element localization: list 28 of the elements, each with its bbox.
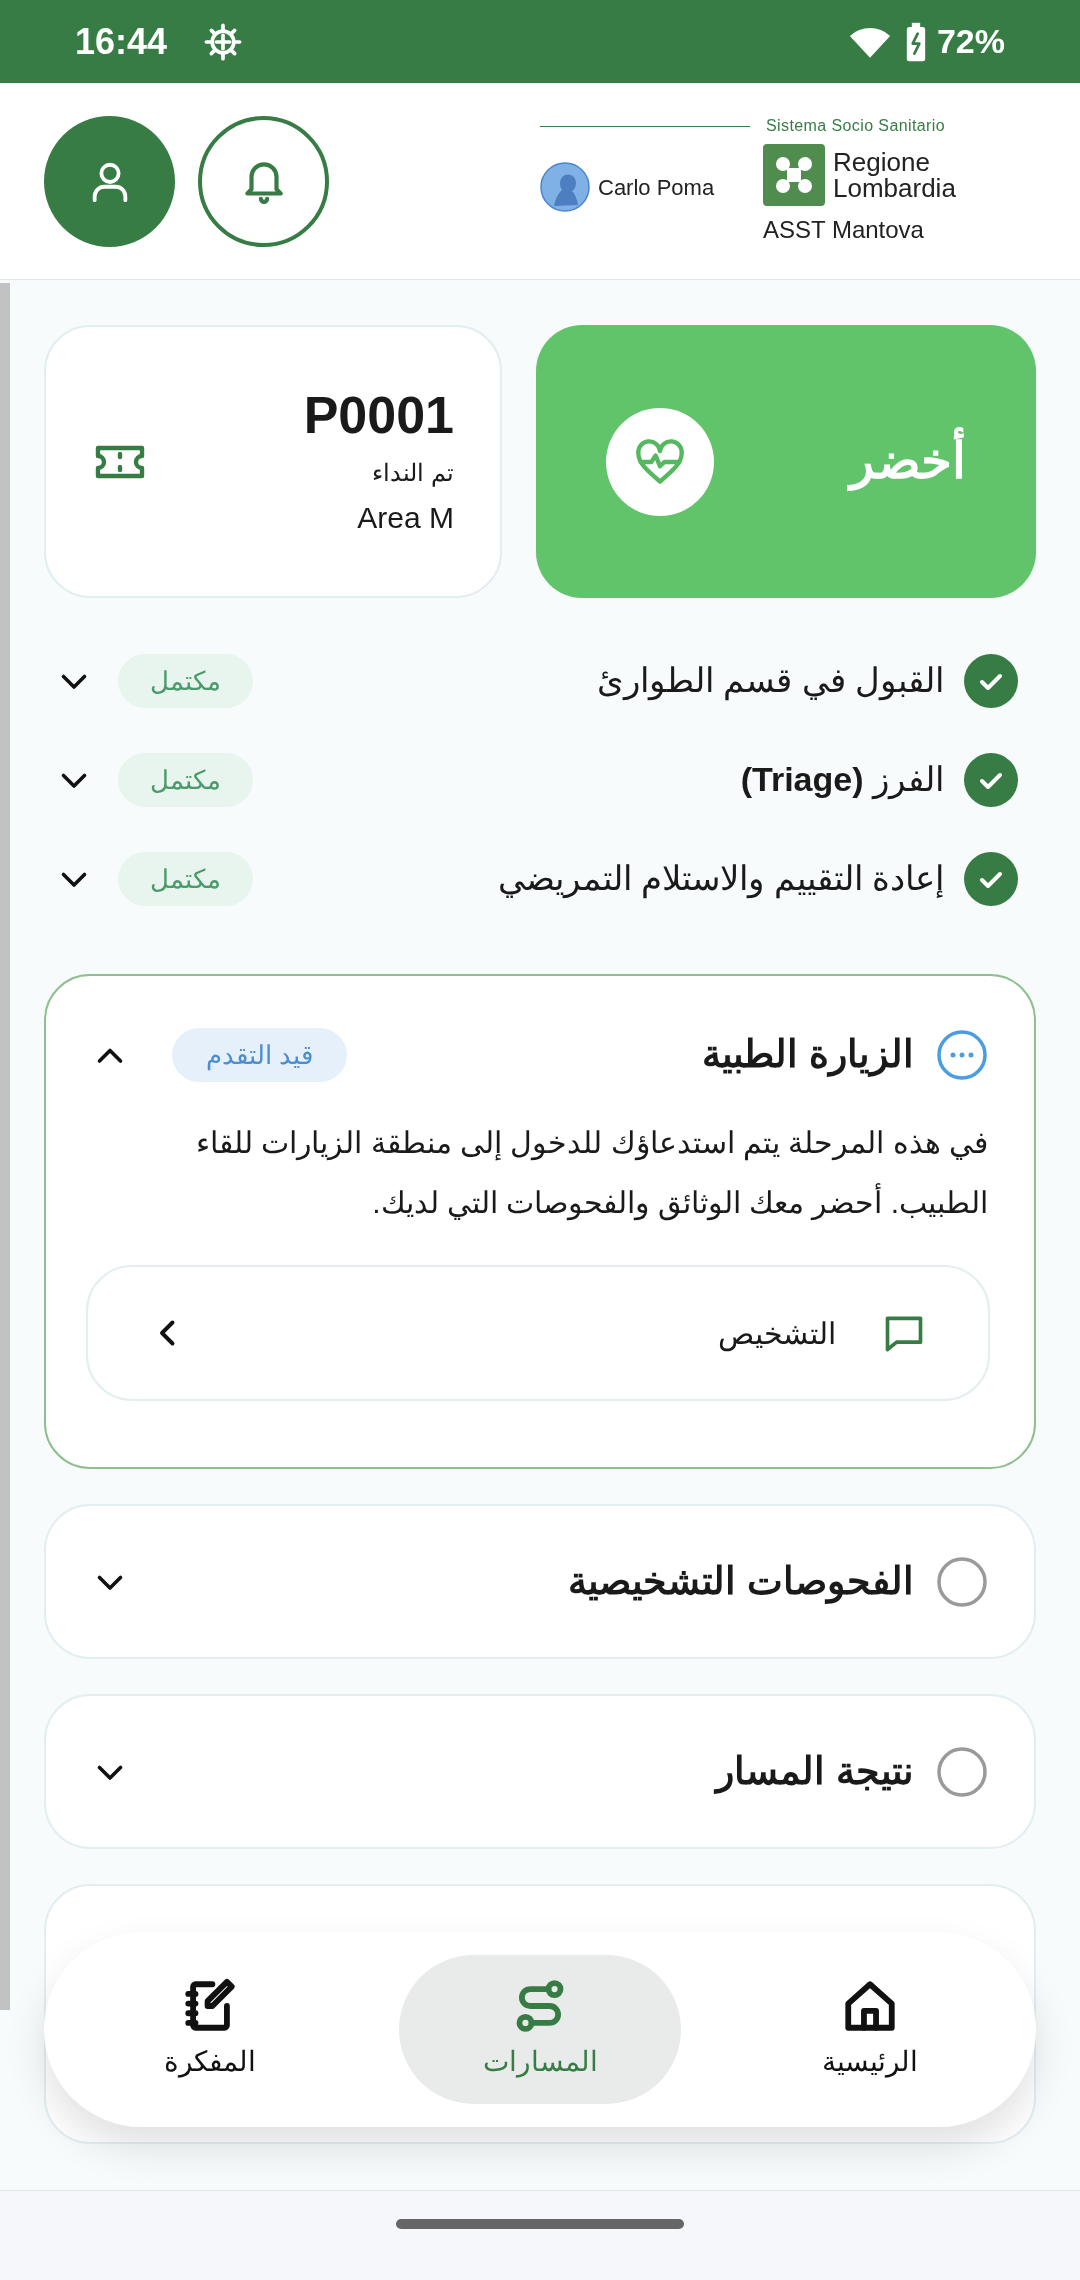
diagnosis-link[interactable]: التشخيص	[86, 1265, 990, 1401]
nav-tab[interactable]: المفكرة	[69, 1955, 351, 2104]
battery-icon	[904, 21, 927, 62]
logo-tagline: Sistema Socio Sanitario	[766, 116, 946, 136]
hospital-name: Carlo Poma	[598, 173, 715, 202]
ticket-number: P0001	[303, 385, 454, 446]
status-badge: قيد التقدم	[172, 1027, 348, 1082]
ticket-icon	[94, 443, 146, 480]
clock: 16:44	[75, 19, 168, 64]
status-badge: مكتمل	[118, 752, 253, 807]
ticket-status: تم النداء	[372, 458, 454, 489]
unit-name: ASST Mantova	[763, 215, 925, 245]
step-title: القبول في قسم الطوارئ	[596, 660, 944, 703]
battery-level: 72%	[936, 21, 1005, 62]
nav-tab[interactable]: الرئيسية	[729, 1955, 1011, 2104]
settings-icon	[203, 21, 244, 62]
region-logo-icon	[763, 144, 825, 206]
step-description: في هذه المرحلة يتم استدعاؤك للدخول إلى منطقة الزيارات للقاء الطبيب. أحضر معك الوثائق والفحوصات التي لديك.	[195, 1125, 989, 1223]
step-title: الزيارة الطبية	[702, 1032, 914, 1079]
region-name: Lombardia	[833, 175, 956, 201]
ticket-area: Area M	[357, 495, 454, 540]
medallion-icon	[540, 162, 590, 212]
status-badge: مكتمل	[118, 653, 253, 708]
region-name: Regione	[833, 149, 931, 175]
nav-tab[interactable]: المسارات	[399, 1955, 681, 2104]
step-title: الفحوصات التشخيصية	[568, 1559, 914, 1606]
step-title: إعادة التقييم والاستلام التمريضي	[497, 858, 944, 901]
status-badge: مكتمل	[118, 851, 253, 906]
